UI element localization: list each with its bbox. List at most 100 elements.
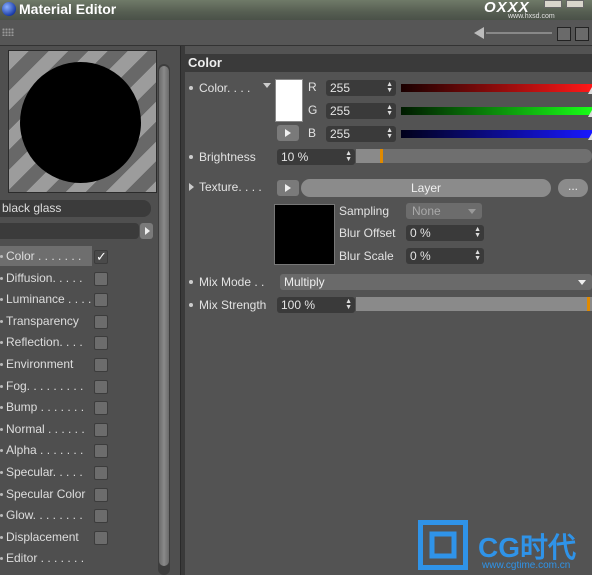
color-mode-arrow-icon[interactable] [263, 83, 271, 88]
r-spinner-icon[interactable]: ▲ ▼ [386, 81, 393, 94]
material-name-field[interactable]: black glass [0, 200, 151, 217]
channel-label: Alpha . . . . . . . [6, 443, 84, 458]
channel-item[interactable]: Glow. . . . . . . . [0, 505, 110, 525]
channel-item[interactable]: Transparency [0, 311, 110, 331]
channel-checkbox[interactable] [94, 487, 108, 502]
toolbar-button-b[interactable] [575, 27, 589, 41]
mix-strength-slider[interactable] [356, 297, 592, 311]
channel-dot [0, 492, 3, 496]
mix-strength-spinner-icon[interactable]: ▲ ▼ [345, 298, 352, 311]
channel-checkbox[interactable] [94, 466, 108, 480]
brightness-row-dot [189, 155, 193, 159]
channel-checkbox[interactable] [94, 271, 108, 286]
channel-checkbox[interactable] [94, 401, 108, 416]
channel-dot [0, 276, 3, 280]
b-value-field[interactable]: 255 ▲ ▼ [326, 126, 396, 142]
channel-item[interactable]: Fog. . . . . . . . . [0, 376, 110, 396]
channel-label: Reflection. . . . [6, 335, 83, 350]
r-slider[interactable] [401, 84, 592, 94]
brightness-slider[interactable] [356, 149, 592, 163]
channel-checkbox[interactable] [94, 444, 108, 459]
mix-strength-field[interactable]: 100 % ▲ ▼ [277, 297, 355, 313]
channel-checkbox[interactable] [94, 422, 108, 437]
g-spinner-icon[interactable]: ▲ ▼ [386, 104, 393, 117]
dropdown-arrow-button[interactable] [140, 223, 153, 239]
blur-offset-field[interactable]: 0 % ▲ ▼ [406, 225, 484, 241]
minimize-button[interactable] [544, 0, 562, 8]
channel-checkbox[interactable] [94, 530, 108, 545]
blur-scale-spinner-icon[interactable]: ▲ ▼ [474, 249, 481, 262]
channel-label: Diffusion. . . . . [6, 270, 83, 285]
channel-checkbox[interactable] [94, 293, 108, 308]
b-slider-knob[interactable] [588, 133, 592, 140]
g-slider-knob[interactable] [588, 110, 592, 117]
color-swatch[interactable] [275, 79, 303, 122]
g-label: G [308, 103, 318, 117]
channel-checkbox[interactable]: ✓ [94, 249, 108, 264]
texture-preview[interactable] [274, 204, 335, 265]
channel-label: Color . . . . . . . [6, 249, 82, 263]
channel-label: Transparency [6, 313, 79, 328]
channel-checkbox[interactable] [94, 336, 108, 351]
grip-icon[interactable] [2, 28, 14, 36]
r-slider-knob[interactable] [588, 87, 592, 94]
channel-checkbox[interactable] [94, 358, 108, 372]
app-icon [2, 2, 16, 16]
mix-strength-label: Mix Strength [199, 298, 267, 312]
b-spinner-icon[interactable]: ▲ ▼ [386, 127, 393, 140]
material-preview[interactable] [8, 50, 157, 193]
channel-item[interactable]: Diffusion. . . . . [0, 268, 110, 288]
cg-logo-icon [418, 520, 468, 570]
brightness-label: Brightness [199, 150, 256, 164]
level-marker[interactable] [587, 297, 590, 311]
browse-button[interactable]: ... [558, 179, 588, 197]
brightness-spinner-icon[interactable]: ▲ ▼ [345, 150, 352, 163]
r-value-field[interactable]: 255 ▲ ▼ [326, 80, 396, 96]
channel-dot [0, 363, 3, 366]
channel-item[interactable]: Specular Color [0, 484, 110, 504]
scrollbar-thumb[interactable] [159, 66, 169, 566]
channel-item[interactable]: Normal . . . . . . [0, 419, 110, 439]
maximize-button[interactable] [566, 0, 584, 8]
channel-item[interactable]: Displacement [0, 527, 110, 547]
b-slider[interactable] [401, 130, 592, 140]
channel-item[interactable]: Alpha . . . . . . . [0, 440, 110, 460]
watermark-url: www.cgtime.com.cn [482, 560, 571, 571]
blur-scale-field[interactable]: 0 % ▲ ▼ [406, 248, 484, 264]
b-label: B [308, 126, 317, 140]
texture-expand-icon[interactable] [189, 183, 194, 191]
channel-item[interactable]: Color . . . . . . . ✓ [0, 246, 108, 266]
channel-item[interactable]: Editor . . . . . . . [0, 548, 110, 568]
level-marker[interactable] [379, 149, 383, 163]
blur-offset-spinner-icon[interactable]: ▲ ▼ [474, 226, 481, 239]
g-value-field[interactable]: 255 ▲ ▼ [326, 103, 396, 119]
layer-button[interactable]: Layer [301, 179, 551, 197]
collapse-arrow-icon[interactable] [474, 27, 484, 39]
panel-header: Color [185, 54, 592, 72]
channel-item[interactable]: Bump . . . . . . . [0, 397, 110, 417]
channel-checkbox[interactable] [94, 379, 108, 394]
r-label: R [308, 80, 317, 94]
channel-dot [0, 384, 3, 388]
brightness-field[interactable]: 10 % ▲ ▼ [277, 149, 355, 165]
channel-checkbox[interactable] [94, 509, 108, 524]
channel-dot [0, 341, 3, 345]
mix-mode-dropdown[interactable]: Multiply [280, 274, 592, 290]
color-picker-button[interactable] [277, 125, 299, 141]
channel-item[interactable]: Specular. . . . . [0, 462, 110, 482]
g-slider[interactable] [401, 107, 592, 117]
left-scrollbar[interactable] [158, 64, 170, 575]
title-bar: Material Editor OXXX www.hxsd.com [0, 0, 592, 20]
channel-item[interactable]: Environment [0, 354, 110, 374]
toolbar-button-a[interactable] [557, 27, 571, 41]
sampling-dropdown[interactable]: None [406, 203, 482, 219]
preview-sphere [20, 62, 141, 183]
channel-checkbox[interactable] [94, 314, 108, 329]
channel-item[interactable]: Luminance . . . . [0, 289, 110, 309]
channel-label: Normal . . . . . . [6, 421, 85, 436]
channel-label: Specular. . . . . [6, 465, 83, 479]
mix-strength-value: 100 % [281, 298, 316, 312]
channel-item[interactable]: Reflection. . . . [0, 332, 110, 352]
texture-menu-button[interactable] [277, 180, 299, 196]
material-dropdown[interactable] [0, 223, 139, 239]
